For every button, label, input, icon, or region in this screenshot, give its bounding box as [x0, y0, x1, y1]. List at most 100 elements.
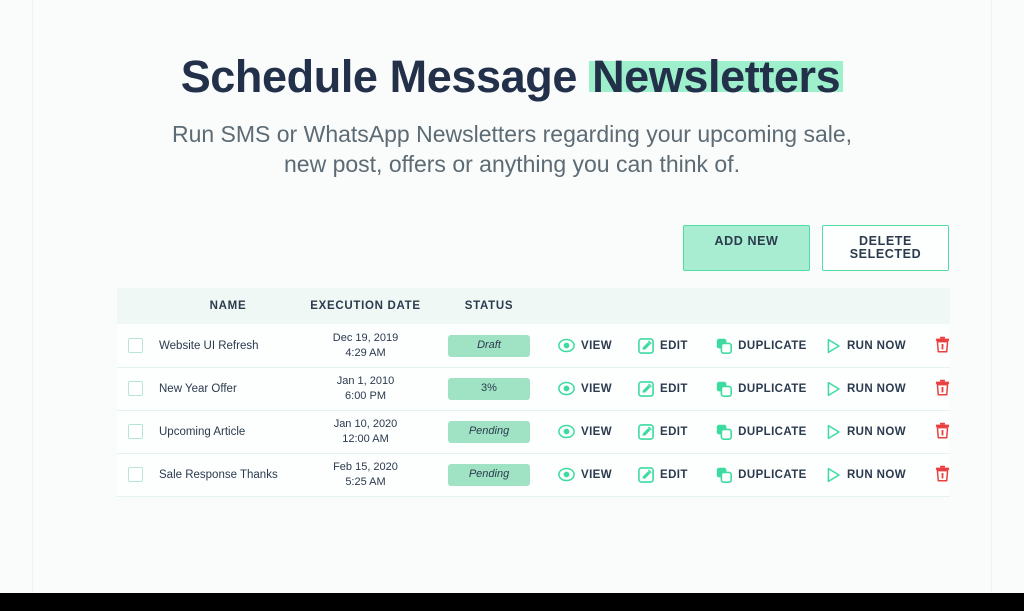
row-name: Website UI Refresh	[159, 339, 259, 352]
table-header-name: NAME	[209, 300, 247, 313]
copy-icon	[716, 338, 733, 354]
duplicate-action[interactable]: DUPLICATE	[716, 424, 826, 440]
row-actions: VIEW EDIT DUPLICATE RUN NOW	[558, 422, 950, 442]
row-status-cell: Draft	[428, 324, 550, 367]
row-actions-cell: VIEW EDIT DUPLICATE RUN NOW	[550, 324, 950, 367]
row-name: Upcoming Article	[159, 425, 246, 438]
delete-selected-button[interactable]: DELETE SELECTED	[822, 225, 949, 272]
run-now-action[interactable]: RUN NOW	[826, 338, 919, 354]
copy-icon	[716, 467, 733, 483]
delete-row-button[interactable]	[935, 422, 950, 442]
status-badge: Draft	[448, 334, 530, 357]
table-row: Sale Response Thanks Feb 15, 2020 5:25 AM P…	[117, 453, 950, 497]
row-select-cell	[117, 453, 153, 496]
view-action[interactable]: VIEW	[558, 380, 638, 397]
pencil-square-icon	[638, 380, 654, 397]
play-triangle-icon	[826, 381, 841, 397]
view-action[interactable]: VIEW	[558, 466, 638, 483]
table-body: Website UI Refresh Dec 19, 2019 4:29 AM Dra…	[117, 324, 950, 497]
page-title-highlight: Newsletters	[589, 52, 844, 102]
add-new-button[interactable]: ADD NEW	[683, 225, 810, 272]
row-select-cell	[117, 410, 153, 453]
row-date: Jan 10, 2020	[333, 418, 398, 431]
trash-icon	[935, 465, 950, 485]
row-execution-date: Feb 15, 2020 5:25 AM	[303, 453, 428, 496]
row-date: Dec 19, 2019	[332, 332, 399, 345]
row-date: Jan 1, 2010	[336, 375, 395, 388]
delete-row-button[interactable]	[935, 336, 950, 356]
row-select-cell	[117, 324, 153, 367]
row-checkbox[interactable]	[127, 381, 143, 397]
status-badge: Pending	[448, 463, 530, 486]
table-head: NAME EXECUTION DATE STATUS	[117, 288, 950, 325]
run-now-action-label: RUN NOW	[846, 468, 906, 481]
view-action-label: VIEW	[581, 382, 612, 395]
table-row: New Year Offer Jan 1, 2010 6:00 PM 3% VIEW ED…	[117, 367, 950, 411]
row-actions-cell: VIEW EDIT DUPLICATE RUN NOW	[550, 410, 950, 453]
table-row: Upcoming Article Jan 10, 2020 12:00 AM Pend…	[117, 410, 950, 454]
row-checkbox[interactable]	[127, 467, 143, 483]
row-checkbox[interactable]	[127, 424, 143, 440]
play-triangle-icon	[826, 338, 841, 354]
frame-divider-right	[991, 0, 992, 593]
row-actions: VIEW EDIT DUPLICATE RUN NOW	[558, 465, 950, 485]
table-header-checkbox	[117, 288, 153, 324]
page-content: Schedule Message Newsletters Run SMS or …	[33, 0, 991, 593]
duplicate-action-label: DUPLICATE	[738, 468, 807, 481]
row-checkbox[interactable]	[127, 338, 143, 354]
run-now-action[interactable]: RUN NOW	[826, 467, 919, 483]
trash-icon	[935, 422, 950, 442]
run-now-action-label: RUN NOW	[846, 339, 906, 352]
run-now-action-label: RUN NOW	[846, 382, 906, 395]
duplicate-action[interactable]: DUPLICATE	[716, 338, 826, 354]
row-actions-cell: VIEW EDIT DUPLICATE RUN NOW	[550, 453, 950, 496]
row-name: Sale Response Thanks	[159, 468, 278, 481]
table-header-row: NAME EXECUTION DATE STATUS	[117, 288, 950, 325]
page-title: Schedule Message Newsletters	[33, 52, 991, 102]
duplicate-action-label: DUPLICATE	[738, 382, 807, 395]
copy-icon	[716, 381, 733, 397]
row-status-cell: Pending	[428, 410, 550, 453]
run-now-action[interactable]: RUN NOW	[826, 424, 919, 440]
duplicate-action-label: DUPLICATE	[738, 425, 807, 438]
delete-row-button[interactable]	[935, 465, 950, 485]
eye-icon	[558, 423, 575, 440]
view-action-label: VIEW	[581, 339, 612, 352]
duplicate-action[interactable]: DUPLICATE	[716, 467, 826, 483]
row-status-cell: 3%	[428, 367, 550, 410]
row-execution-date: Dec 19, 2019 4:29 AM	[303, 324, 428, 367]
edit-action[interactable]: EDIT	[638, 423, 716, 440]
view-action[interactable]: VIEW	[558, 423, 638, 440]
hero-section: Schedule Message Newsletters Run SMS or …	[33, 0, 991, 179]
run-now-action[interactable]: RUN NOW	[826, 381, 919, 397]
duplicate-action-label: DUPLICATE	[738, 339, 807, 352]
edit-action[interactable]: EDIT	[638, 466, 716, 483]
row-execution-date: Jan 10, 2020 12:00 AM	[303, 410, 428, 453]
view-action-label: VIEW	[581, 425, 612, 438]
duplicate-action[interactable]: DUPLICATE	[716, 381, 826, 397]
edit-action[interactable]: EDIT	[638, 380, 716, 397]
view-action[interactable]: VIEW	[558, 337, 638, 354]
pencil-square-icon	[638, 466, 654, 483]
row-status-cell: Pending	[428, 453, 550, 496]
page-root: Schedule Message Newsletters Run SMS or …	[0, 0, 1024, 611]
edit-action[interactable]: EDIT	[638, 337, 716, 354]
table-row: Website UI Refresh Dec 19, 2019 4:29 AM Dra…	[117, 324, 950, 368]
edit-action-label: EDIT	[660, 425, 688, 438]
row-time: 6:00 PM	[345, 389, 386, 402]
row-time: 12:00 AM	[342, 432, 389, 445]
row-date: Feb 15, 2020	[333, 461, 398, 474]
edit-action-label: EDIT	[660, 382, 688, 395]
newsletters-table-wrapper: NAME EXECUTION DATE STATUS Website UI Re…	[117, 288, 950, 497]
bottom-black-band	[0, 593, 1024, 611]
eye-icon	[558, 337, 575, 354]
status-badge: 3%	[448, 377, 530, 400]
row-actions: VIEW EDIT DUPLICATE RUN NOW	[558, 379, 950, 399]
play-triangle-icon	[826, 467, 841, 483]
delete-row-button[interactable]	[935, 379, 950, 399]
table-header-actions	[550, 288, 950, 324]
row-time: 5:25 AM	[345, 475, 386, 488]
row-actions: VIEW EDIT DUPLICATE RUN NOW	[558, 336, 950, 356]
row-execution-date: Jan 1, 2010 6:00 PM	[303, 367, 428, 410]
trash-icon	[935, 379, 950, 399]
